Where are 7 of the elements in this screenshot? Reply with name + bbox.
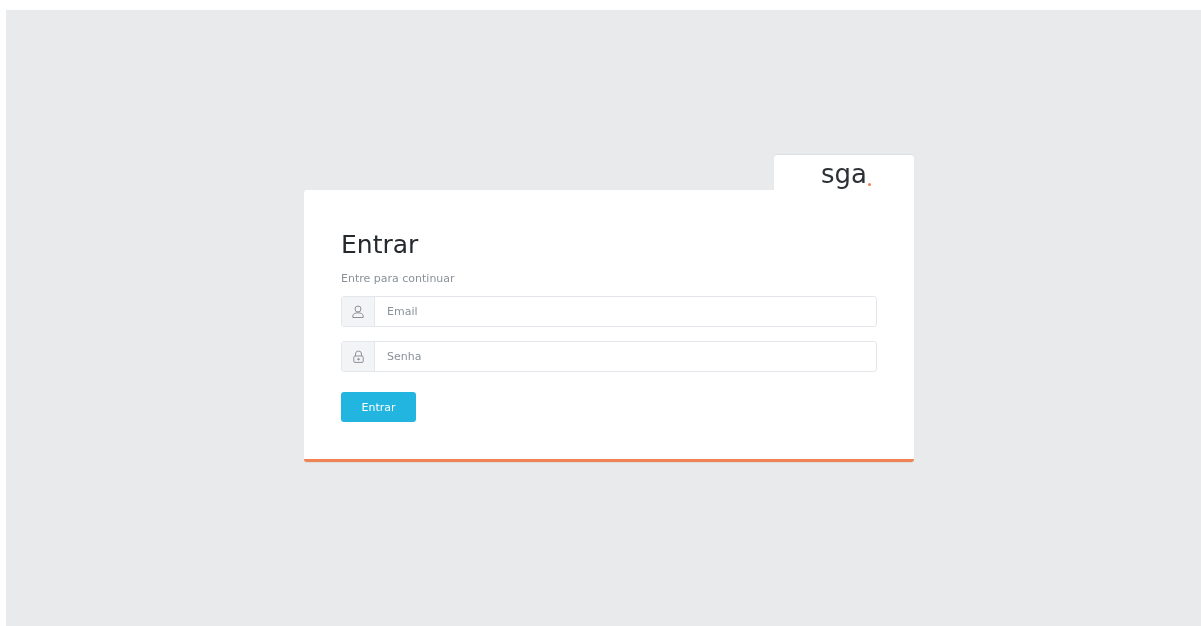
subtitle: Entre para continuar bbox=[341, 272, 456, 285]
submit-button[interactable]: Entrar bbox=[341, 392, 416, 422]
user-icon bbox=[352, 305, 364, 318]
logo: sga bbox=[821, 159, 867, 189]
dot-icon bbox=[868, 183, 871, 186]
page-title: Entrar bbox=[341, 230, 420, 260]
lock-icon bbox=[352, 350, 364, 363]
